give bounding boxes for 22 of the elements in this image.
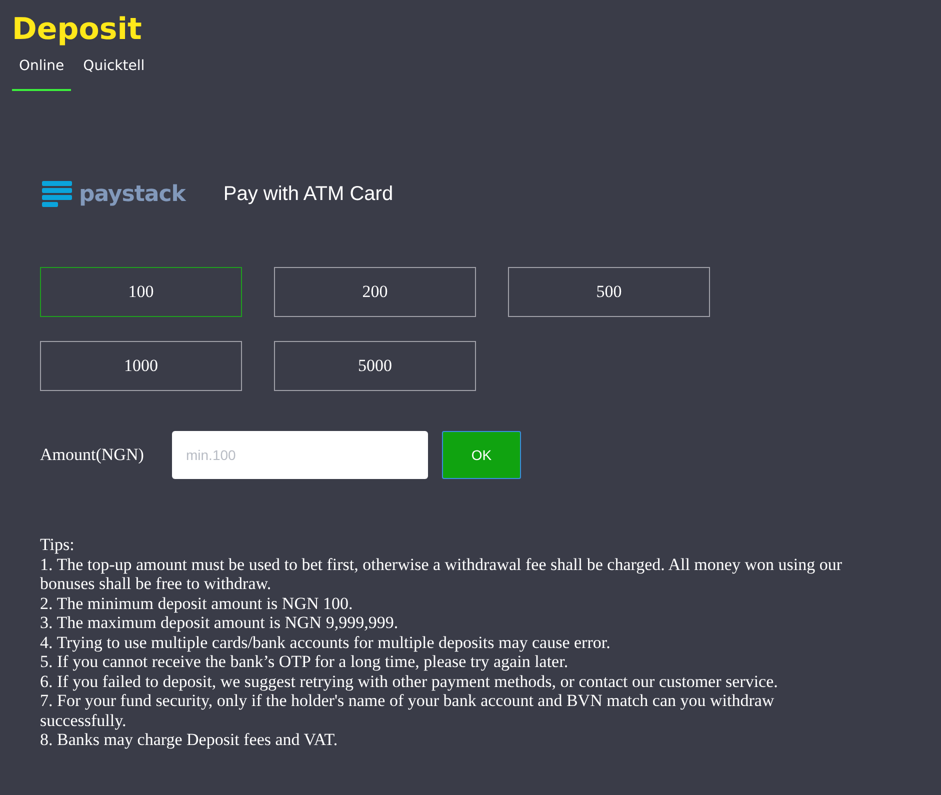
tip-text: 1. The top-up amount must be used to bet first, otherwise a withdrawal fee shall be charged. All money won using our bonuses shall be free to withdraw. — [40, 554, 843, 594]
amount-option[interactable]: 500 — [508, 267, 710, 317]
tip-text: 2. The minimum deposit amount is NGN 100. — [40, 594, 354, 613]
amount-option[interactable]: 1000 — [40, 341, 242, 391]
stacked-bars-icon — [42, 181, 72, 207]
tab[interactable]: Quicktell — [76, 50, 152, 91]
tip-text: 6. If you failed to deposit, we suggest retrying with other payment methods, or contact our customer service. — [40, 672, 779, 691]
tip-text: 7. For your fund security, only if the holder's name of your bank account and BVN match can you withdraw successfully. — [40, 691, 776, 730]
page-title: Deposit — [11, 11, 143, 48]
amount-option[interactable]: 200 — [274, 267, 476, 317]
tips-heading: Tips: — [40, 535, 76, 554]
tip-text: 8. Banks may charge Deposit fees and VAT. — [40, 730, 339, 750]
logo-text: paystack — [79, 182, 186, 206]
payment-caption: Pay with ATM Card — [223, 182, 394, 206]
tip-text: 5. If you cannot receive the bank’s OTP for a long time, please try again later. — [40, 652, 570, 672]
amount-option[interactable]: 5000 — [274, 341, 476, 391]
amount-input[interactable]: min.100 — [172, 431, 428, 479]
tab[interactable]: Online — [12, 50, 72, 91]
amount-option[interactable]: 100 — [40, 267, 242, 317]
tip-text: 3. The maximum deposit amount is NGN 9,999,999. — [40, 613, 400, 632]
amount-label: Amount(NGN) — [40, 445, 145, 465]
tip-text: 4. Trying to use multiple cards/bank accounts for multiple deposits may cause error. — [40, 632, 612, 652]
